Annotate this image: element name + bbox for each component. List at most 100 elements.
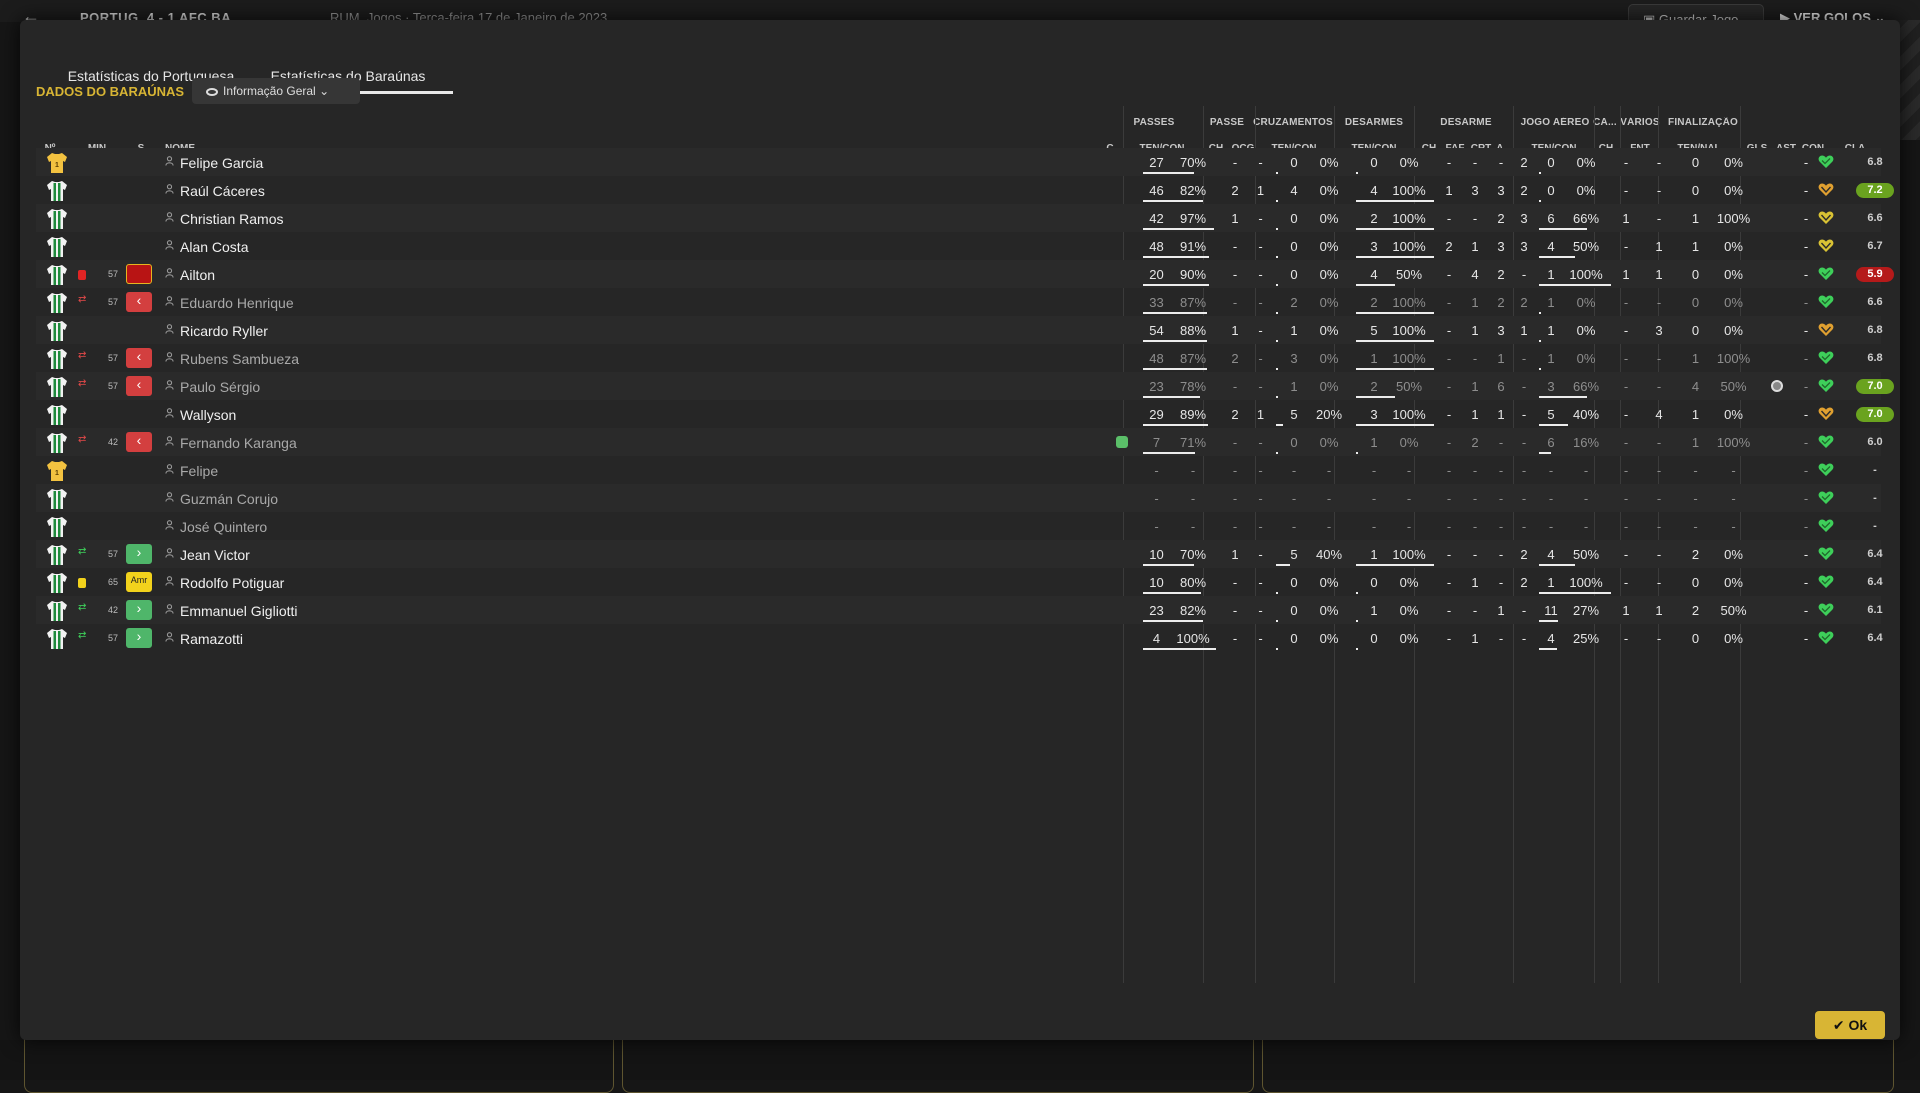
player-name[interactable]: Raúl Cáceres: [180, 183, 265, 199]
stat-ast: -: [1803, 267, 1809, 282]
stat-ch: -: [1232, 631, 1238, 646]
stat-da: 2: [1370, 379, 1378, 394]
column-group-header[interactable]: VÁRIOS: [1620, 117, 1660, 128]
column-group-header[interactable]: FINALIZAÇÃO: [1661, 117, 1745, 128]
stat-ja: 0: [1547, 155, 1555, 170]
player-name[interactable]: Eduardo Henrique: [180, 295, 294, 311]
ok-button[interactable]: ✔ Ok: [1815, 1011, 1885, 1039]
player-name[interactable]: Rubens Sambueza: [180, 351, 299, 367]
stat-crt: 3: [1497, 239, 1505, 254]
stat-dch: -: [1446, 155, 1452, 170]
match-rating: 6.7: [1867, 240, 1883, 252]
stat-faf: -: [1472, 351, 1478, 366]
player-name[interactable]: Ricardo Ryller: [180, 323, 268, 339]
stat-ch: 1: [1231, 547, 1239, 562]
stat-dch: -: [1446, 519, 1452, 534]
player-name[interactable]: Wallyson: [180, 407, 236, 423]
stat-pa: 54: [1149, 323, 1164, 338]
stat-ja: 1: [1547, 295, 1555, 310]
stat-pp: 97%: [1179, 211, 1207, 226]
team-stats-modal: Estatísticas do Portuguesa Estatísticas …: [20, 20, 1900, 1040]
player-name[interactable]: Ramazotti: [180, 631, 243, 647]
player-name[interactable]: Guzmán Corujo: [180, 491, 278, 507]
stat-a: -: [1521, 463, 1527, 478]
stat-cach: -: [1623, 491, 1629, 506]
stat-pa: 29: [1149, 407, 1164, 422]
stat-pa: 48: [1149, 351, 1164, 366]
stat-cach: -: [1623, 407, 1629, 422]
stat-fa: 1: [1691, 351, 1700, 366]
stat-dp: 100%: [1392, 547, 1426, 562]
player-name[interactable]: Felipe: [180, 463, 218, 479]
player-row[interactable]: Guzmán Corujo - - - - - - - - - - - - - - - - - - - -: [36, 484, 1881, 512]
morale-heart-icon: [1818, 575, 1834, 588]
person-icon: [165, 632, 174, 642]
player-name[interactable]: Ailton: [180, 267, 215, 283]
player-name[interactable]: Rodolfo Potiguar: [180, 575, 284, 591]
stat-cp: 0%: [1319, 603, 1339, 618]
stat-ast: -: [1803, 547, 1809, 562]
player-row[interactable]: Ricardo Ryller 54 88% 1-1 0% 5 100% -1 3 1 1 0% -3 0 0…: [36, 316, 1883, 344]
stat-ch: -: [1232, 239, 1238, 254]
column-group-header[interactable]: PASSE: [1203, 117, 1251, 128]
stat-da: 4: [1370, 267, 1378, 282]
stat-ocg: -: [1258, 379, 1263, 394]
stat-faf: -: [1472, 519, 1478, 534]
stat-cach: -: [1623, 379, 1629, 394]
column-group-header[interactable]: CRUZAMENTOS: [1253, 117, 1333, 128]
match-rating: 7.2: [1856, 183, 1894, 198]
player-row[interactable]: ⇄ 57 › Jean Victor 10 70% 1 - 5 40% 1 100% - - - 2 4 50% -…: [36, 540, 1883, 568]
player-row[interactable]: ⇄ 57 ‹ Eduardo Henrique 33 87% - -2 0% 2 100% -1 2 2 1…: [36, 288, 1883, 316]
player-row[interactable]: Wallyson 29 89% 2 1 5 20% 3 100% - 1 1 - 5 40% - 4 1 0% - 7.…: [36, 400, 1894, 428]
stat-jp: -: [1583, 463, 1589, 478]
column-group-header[interactable]: JOGO AÉREO: [1513, 117, 1597, 128]
match-rating: 6.8: [1867, 324, 1883, 336]
team-kit-icon: [47, 321, 67, 341]
stat-ja: 3: [1547, 379, 1555, 394]
stat-pp: 70%: [1179, 547, 1207, 562]
player-row[interactable]: ⇄ 42 ‹ Fernando Karanga 7 71% - - 0 0% 1 0% - 2 - - 6 16%…: [36, 428, 1883, 456]
stat-ca: 0: [1290, 239, 1298, 254]
stat-fnt: -: [1656, 295, 1662, 310]
column-group-header[interactable]: PASSES: [1122, 117, 1186, 128]
player-row[interactable]: ⇄ 57 ‹ Rubens Sambueza 48 87% 2-3 0% 1 100% - -1-1 0…: [36, 344, 1883, 372]
player-name[interactable]: Felipe Garcia: [180, 155, 263, 171]
person-icon: [165, 548, 174, 558]
player-name[interactable]: José Quintero: [180, 519, 267, 535]
stat-dch: -: [1446, 407, 1452, 422]
view-dropdown[interactable]: Informação Geral ⌄: [192, 78, 360, 104]
stat-dch: -: [1446, 547, 1452, 562]
match-rating: 6.4: [1867, 632, 1883, 644]
player-row[interactable]: Raúl Cáceres 46 82% 2 1 4 0% 4 100% 1 3 3 2 0 0% - -0 0% -…: [36, 176, 1894, 204]
player-row[interactable]: ⇄ 57 › Ramazotti 4 100% - - 0 0% 0 0% - 1 - - 4 25% - - 0 0% -…: [36, 624, 1883, 652]
sub-minute: 65: [107, 577, 118, 587]
column-group-header[interactable]: DESARMES: [1334, 117, 1414, 128]
player-row[interactable]: 1 Felipe - - - - - - - - - - - - - - - - - - - -: [36, 456, 1881, 484]
stat-bar: [1276, 424, 1283, 426]
player-row[interactable]: Christian Ramos 42 97% 1-0 0% 2 100% - -2 3 6 66% 1-…: [36, 204, 1883, 232]
person-icon: [165, 240, 174, 250]
stat-dp: -: [1406, 519, 1412, 534]
player-name[interactable]: Emmanuel Gigliotti: [180, 603, 298, 619]
chevron-left-icon: ‹: [126, 376, 152, 396]
person-icon: [165, 296, 174, 306]
stat-ocg: -: [1258, 239, 1263, 254]
player-name[interactable]: Fernando Karanga: [180, 435, 297, 451]
column-group-header[interactable]: DESARME: [1414, 117, 1518, 128]
player-name[interactable]: Paulo Sérgio: [180, 379, 260, 395]
player-row[interactable]: ⇄ 42 › Emmanuel Gigliotti 23 82% - - 0 0% 1 0% - - 1 - 1…: [36, 596, 1883, 624]
player-row[interactable]: 1 Felipe Garcia 27 70% - - 0 0% 0 0% - - - 2 0 0% - - 0 0% -…: [36, 148, 1883, 176]
yellow-card-icon: [78, 578, 86, 588]
stat-pp: 100%: [1176, 631, 1210, 646]
stat-bar: [1143, 256, 1209, 258]
player-row[interactable]: ⇄ 57 ‹ Paulo Sérgio 23 78% - - 1 0% 2 50% - 1 6 - 3 66% - -…: [36, 372, 1894, 400]
player-row[interactable]: José Quintero - - - - - - - - - - - - - - - - - - - -: [36, 512, 1881, 540]
player-row[interactable]: Alan Costa 48 91% - -0 0% 3 100% 2 1 3 3 4 50% -1 1 0% -6…: [36, 232, 1883, 260]
player-name[interactable]: Christian Ramos: [180, 211, 283, 227]
stat-pa: 46: [1149, 183, 1164, 198]
player-row[interactable]: 57 Ailton 20 90% - -0 0% 4 50% -4 2-1 100% 1 1 0 0% -5.9: [36, 260, 1894, 288]
player-name[interactable]: Alan Costa: [180, 239, 248, 255]
column-group-header[interactable]: CA...: [1592, 117, 1618, 128]
player-row[interactable]: 65 Amr Rodolfo Potiguar 10 80% - -0 0% 0 0% -1-2 1 1…: [36, 568, 1883, 596]
player-name[interactable]: Jean Victor: [180, 547, 250, 563]
